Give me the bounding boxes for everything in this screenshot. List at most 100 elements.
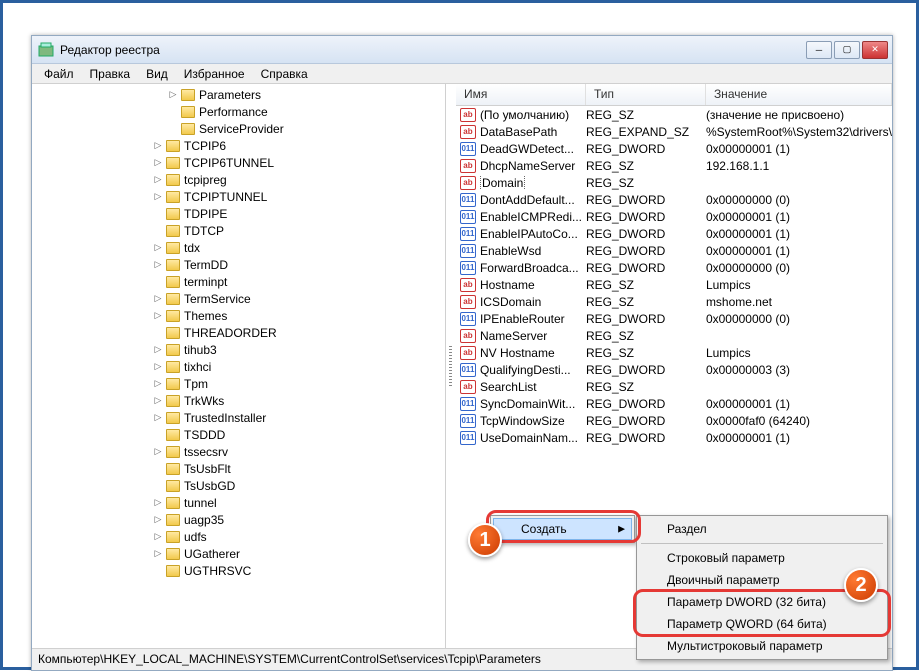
tree-item[interactable]: ServiceProvider xyxy=(32,120,445,137)
tree-item[interactable]: ▷tcpipreg xyxy=(32,171,445,188)
value-data: 192.168.1.1 xyxy=(706,159,892,173)
folder-icon xyxy=(166,497,180,509)
tree-item[interactable]: ▷TCPIP6TUNNEL xyxy=(32,154,445,171)
ctx-multistring[interactable]: Мультистроковый параметр xyxy=(639,635,885,657)
ctx-section[interactable]: Раздел xyxy=(639,518,885,540)
expander-icon[interactable]: ▷ xyxy=(152,412,164,424)
ctx-create-label: Создать xyxy=(521,522,567,536)
ctx-create[interactable]: Создать ▶ xyxy=(493,518,632,540)
maximize-button[interactable]: ▢ xyxy=(834,41,860,59)
list-row[interactable]: 011UseDomainNam...REG_DWORD0x00000001 (1… xyxy=(456,429,892,446)
tree-item[interactable]: UGTHRSVC xyxy=(32,562,445,579)
tree-item[interactable]: ▷Parameters xyxy=(32,86,445,103)
expander-icon[interactable]: ▷ xyxy=(152,378,164,390)
expander-icon[interactable]: ▷ xyxy=(167,89,179,101)
list-row[interactable]: 011ForwardBroadca...REG_DWORD0x00000000 … xyxy=(456,259,892,276)
tree-item[interactable]: ▷uagp35 xyxy=(32,511,445,528)
menu-favorites[interactable]: Избранное xyxy=(176,65,253,83)
tree-item[interactable]: ▷ TermService xyxy=(32,290,445,307)
tree-label: tdx xyxy=(184,241,200,255)
list-row[interactable]: 011EnableICMPRedi...REG_DWORD0x00000001 … xyxy=(456,208,892,225)
expander-icon[interactable]: ▷ xyxy=(152,361,164,373)
tree-item[interactable]: ▷udfs xyxy=(32,528,445,545)
tree-item[interactable]: ▷Themes xyxy=(32,307,445,324)
expander-icon[interactable]: ▷ xyxy=(152,191,164,203)
list-row[interactable]: 011SyncDomainWit...REG_DWORD0x00000001 (… xyxy=(456,395,892,412)
col-value[interactable]: Значение xyxy=(706,84,892,105)
tree-item[interactable]: TsUsbFlt xyxy=(32,460,445,477)
folder-icon xyxy=(166,548,180,560)
tree-item[interactable]: Performance xyxy=(32,103,445,120)
expander-icon[interactable]: ▷ xyxy=(152,242,164,254)
tree-item[interactable]: ▷TCPIPTUNNEL xyxy=(32,188,445,205)
list-row[interactable]: abNV HostnameREG_SZLumpics xyxy=(456,344,892,361)
value-type: REG_DWORD xyxy=(586,244,706,258)
expander-icon[interactable]: ▷ xyxy=(152,514,164,526)
expander-icon[interactable]: ▷ xyxy=(152,157,164,169)
list-row[interactable]: abDataBasePathREG_EXPAND_SZ%SystemRoot%\… xyxy=(456,123,892,140)
expander-icon[interactable]: ▷ xyxy=(152,395,164,407)
menu-view[interactable]: Вид xyxy=(138,65,176,83)
binary-value-icon: 011 xyxy=(460,142,476,156)
minimize-button[interactable]: ─ xyxy=(806,41,832,59)
list-row[interactable]: 011DontAddDefault...REG_DWORD0x00000000 … xyxy=(456,191,892,208)
col-type[interactable]: Тип xyxy=(586,84,706,105)
col-name[interactable]: Имя xyxy=(456,84,586,105)
tree-item[interactable]: ▷tihub3 xyxy=(32,341,445,358)
expander-icon[interactable]: ▷ xyxy=(152,446,164,458)
ctx-string[interactable]: Строковый параметр xyxy=(639,547,885,569)
list-row[interactable]: ab(По умолчанию)REG_SZ(значение не присв… xyxy=(456,106,892,123)
list-row[interactable]: 011QualifyingDesti...REG_DWORD0x00000003… xyxy=(456,361,892,378)
list-row[interactable]: 011EnableIPAutoCo...REG_DWORD0x00000001 … xyxy=(456,225,892,242)
tree-item[interactable]: TDTCP xyxy=(32,222,445,239)
tree-item[interactable]: ▷TrkWks xyxy=(32,392,445,409)
tree-item[interactable]: ▷TCPIP6 xyxy=(32,137,445,154)
expander-icon[interactable]: ▷ xyxy=(152,497,164,509)
list-row[interactable]: abDomainREG_SZ xyxy=(456,174,892,191)
tree-item[interactable]: TsUsbGD xyxy=(32,477,445,494)
expander-icon[interactable]: ▷ xyxy=(152,259,164,271)
tree-item[interactable]: terminpt xyxy=(32,273,445,290)
tree-item[interactable]: ▷TermDD xyxy=(32,256,445,273)
expander-icon[interactable]: ▷ xyxy=(152,548,164,560)
ctx-qword[interactable]: Параметр QWORD (64 бита) xyxy=(639,613,885,635)
tree-item[interactable]: THREADORDER xyxy=(32,324,445,341)
menu-help[interactable]: Справка xyxy=(253,65,316,83)
list-row[interactable]: abNameServerREG_SZ xyxy=(456,327,892,344)
list-row[interactable]: 011DeadGWDetect...REG_DWORD0x00000001 (1… xyxy=(456,140,892,157)
menu-edit[interactable]: Правка xyxy=(82,65,139,83)
tree-item[interactable]: ▷Tpm xyxy=(32,375,445,392)
tree-item[interactable]: ▷UGatherer xyxy=(32,545,445,562)
value-type: REG_EXPAND_SZ xyxy=(586,125,706,139)
list-row[interactable]: abSearchListREG_SZ xyxy=(456,378,892,395)
tree-item[interactable]: ▷tunnel xyxy=(32,494,445,511)
menu-file[interactable]: Файл xyxy=(36,65,82,83)
tree-item[interactable]: ▷ tdx xyxy=(32,239,445,256)
list-row[interactable]: abDhcpNameServerREG_SZ192.168.1.1 xyxy=(456,157,892,174)
folder-icon xyxy=(166,276,180,288)
tree-item[interactable]: ▷tssecsrv xyxy=(32,443,445,460)
list-row[interactable]: 011IPEnableRouterREG_DWORD0x00000000 (0) xyxy=(456,310,892,327)
value-data: 0x00000000 (0) xyxy=(706,312,892,326)
tree-label: TermService xyxy=(184,292,251,306)
expander-icon[interactable]: ▷ xyxy=(152,310,164,322)
tree-item[interactable]: TDPIPE xyxy=(32,205,445,222)
tree-item[interactable]: TSDDD xyxy=(32,426,445,443)
tree-item[interactable]: ▷tixhci xyxy=(32,358,445,375)
expander-icon[interactable]: ▷ xyxy=(152,293,164,305)
list-row[interactable]: 011TcpWindowSizeREG_DWORD0x0000faf0 (642… xyxy=(456,412,892,429)
list-row[interactable]: abICSDomainREG_SZmshome.net xyxy=(456,293,892,310)
close-button[interactable]: ✕ xyxy=(862,41,888,59)
list-row[interactable]: 011EnableWsdREG_DWORD0x00000001 (1) xyxy=(456,242,892,259)
splitter[interactable] xyxy=(446,84,456,648)
tree-panel[interactable]: ▷ParametersPerformanceServiceProvider▷TC… xyxy=(32,84,446,648)
folder-icon xyxy=(166,429,180,441)
tree-item[interactable]: ▷TrustedInstaller xyxy=(32,409,445,426)
expander-icon[interactable]: ▷ xyxy=(152,531,164,543)
expander-icon[interactable]: ▷ xyxy=(152,174,164,186)
expander-icon[interactable]: ▷ xyxy=(152,140,164,152)
binary-value-icon: 011 xyxy=(460,397,476,411)
folder-icon xyxy=(166,293,180,305)
list-row[interactable]: abHostnameREG_SZLumpics xyxy=(456,276,892,293)
expander-icon[interactable]: ▷ xyxy=(152,344,164,356)
